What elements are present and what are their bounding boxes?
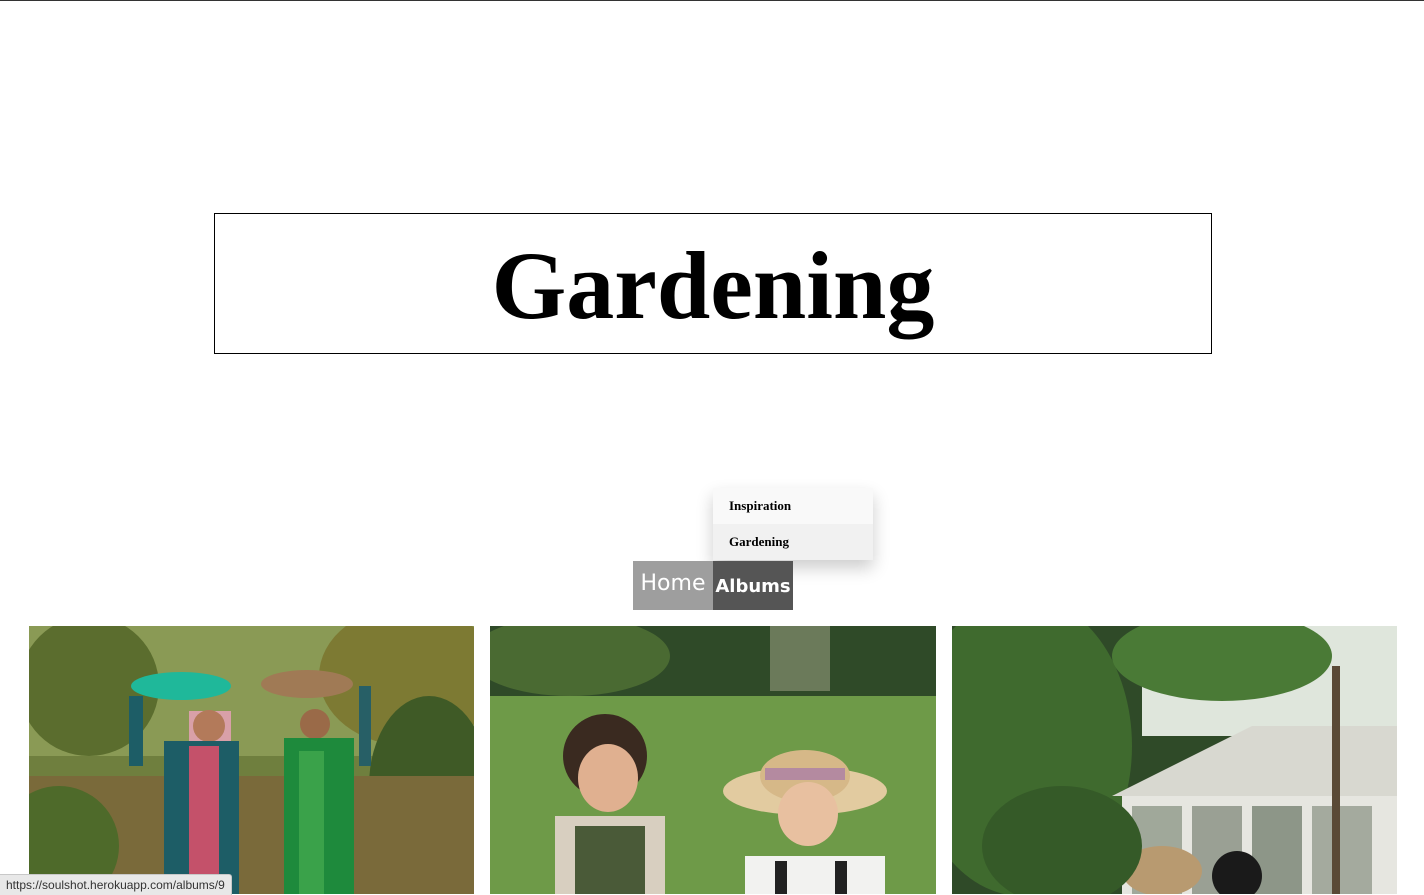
dropdown-item-gardening[interactable]: Gardening [713,524,873,560]
status-bar-url: https://soulshot.herokuapp.com/albums/9 [0,874,232,895]
album-photo-1[interactable] [29,626,474,894]
main-nav: Home Albums [633,561,793,610]
album-photo-2[interactable] [490,626,936,894]
photo-two-women-laughing-image [490,626,936,894]
nav-home-link[interactable]: Home [633,561,713,610]
page-title: Gardening [491,231,935,339]
nav-albums-link[interactable]: Albums [713,561,793,610]
album-photo-3[interactable] [952,626,1397,894]
albums-dropdown-menu: Inspiration Gardening [713,488,873,560]
album-title-box: Gardening [214,213,1212,354]
photo-greenhouse-image [952,626,1397,894]
dropdown-item-inspiration[interactable]: Inspiration [713,488,873,524]
photo-women-carrying-baskets-image [29,626,474,894]
